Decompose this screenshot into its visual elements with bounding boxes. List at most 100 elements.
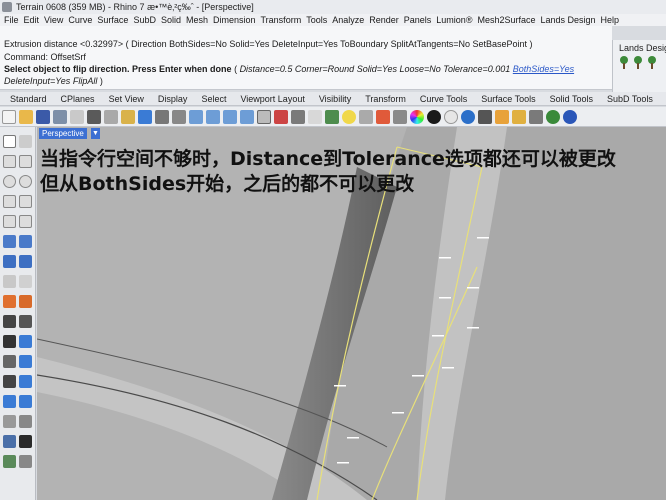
print-icon[interactable] xyxy=(53,109,67,124)
analyze-icon[interactable] xyxy=(3,435,16,448)
globe-icon[interactable] xyxy=(546,109,560,124)
menu-mesh[interactable]: Mesh xyxy=(186,15,208,25)
menu-tools[interactable]: Tools xyxy=(306,15,327,25)
menu-edit[interactable]: Edit xyxy=(24,15,40,25)
menu-help[interactable]: Help xyxy=(601,15,620,25)
copy-icon[interactable] xyxy=(104,109,118,124)
dimension-icon[interactable] xyxy=(19,375,32,388)
paste-icon[interactable] xyxy=(121,109,135,124)
viewport-menu-chevron-icon[interactable]: ▼ xyxy=(91,128,100,139)
curve-icon[interactable] xyxy=(19,155,32,168)
tab-viewport-layout[interactable]: Viewport Layout xyxy=(236,94,314,104)
cylinder-icon[interactable] xyxy=(19,255,32,268)
cut-icon[interactable] xyxy=(87,109,101,124)
fillet-curve-icon[interactable] xyxy=(19,215,32,228)
tab-curve-tools[interactable]: Curve Tools xyxy=(416,94,477,104)
tab-solid-tools[interactable]: Solid Tools xyxy=(546,94,603,104)
box-icon[interactable] xyxy=(3,255,16,268)
move-icon[interactable] xyxy=(291,109,305,124)
option-bothsides[interactable]: BothSides=Yes xyxy=(513,64,574,74)
four-view-icon[interactable] xyxy=(257,109,271,124)
menu-curve[interactable]: Curve xyxy=(68,15,92,25)
rotate-view-icon[interactable] xyxy=(172,109,186,124)
pan-icon[interactable] xyxy=(155,109,169,124)
undo-icon[interactable] xyxy=(138,109,152,124)
check-icon[interactable] xyxy=(19,435,32,448)
polyline-icon[interactable] xyxy=(3,155,16,168)
menu-view[interactable]: View xyxy=(44,15,63,25)
tab-display[interactable]: Display xyxy=(154,94,198,104)
menu-file[interactable]: File xyxy=(4,15,19,25)
menu-transform[interactable]: Transform xyxy=(261,15,302,25)
render-tools-icon[interactable] xyxy=(376,109,390,124)
new-file-icon[interactable] xyxy=(2,109,16,124)
menu-lumion[interactable]: Lumion® xyxy=(436,15,472,25)
zoom-extents-icon[interactable] xyxy=(223,109,237,124)
open-folder-icon[interactable] xyxy=(19,109,33,124)
option-distance[interactable]: Distance=0.5 xyxy=(240,64,293,74)
environment-sphere-icon[interactable] xyxy=(461,109,475,124)
join-icon[interactable] xyxy=(19,295,32,308)
trim-icon[interactable] xyxy=(3,315,16,328)
offset-curve-icon[interactable] xyxy=(3,215,16,228)
menu-lands-design[interactable]: Lands Design xyxy=(540,15,595,25)
tab-subd-tools[interactable]: SubD Tools xyxy=(603,94,663,104)
menu-surface[interactable]: Surface xyxy=(97,15,128,25)
point-icon[interactable] xyxy=(19,135,32,148)
menu-render[interactable]: Render xyxy=(369,15,399,25)
loft-icon[interactable] xyxy=(19,235,32,248)
tab-surface-tools[interactable]: Surface Tools xyxy=(477,94,545,104)
option-tolerance[interactable]: Tolerance=0.001 xyxy=(443,64,510,74)
tab-cplanes[interactable]: CPlanes xyxy=(57,94,105,104)
array-icon[interactable] xyxy=(3,395,16,408)
tree-icon[interactable] xyxy=(647,56,657,70)
perspective-viewport[interactable]: Perspective ▼ 当指令行空间不够时，Distance到Toleran… xyxy=(37,127,666,500)
menu-solid[interactable]: Solid xyxy=(161,15,181,25)
rotate-tool-icon[interactable] xyxy=(19,355,32,368)
select-arrow-icon[interactable] xyxy=(3,135,16,148)
menu-dimension[interactable]: Dimension xyxy=(213,15,256,25)
explode-icon[interactable] xyxy=(3,295,16,308)
text-icon[interactable] xyxy=(3,375,16,388)
split-icon[interactable] xyxy=(19,315,32,328)
clipboard-icon[interactable] xyxy=(70,109,84,124)
tab-select[interactable]: Select xyxy=(197,94,236,104)
car-icon[interactable] xyxy=(274,109,288,124)
option-deleteinput[interactable]: DeleteInput=Yes xyxy=(4,76,70,86)
zoom-selected-icon[interactable] xyxy=(240,109,254,124)
texture-icon[interactable] xyxy=(478,109,492,124)
viewport-title-tab[interactable]: Perspective xyxy=(39,128,87,139)
subd-icon[interactable] xyxy=(19,275,32,288)
zoom-icon[interactable] xyxy=(189,109,203,124)
save-icon[interactable] xyxy=(36,109,50,124)
move-tool-icon[interactable] xyxy=(3,355,16,368)
group-icon[interactable] xyxy=(3,415,16,428)
render-sphere-icon[interactable] xyxy=(427,109,441,124)
tab-standard[interactable]: Standard xyxy=(6,94,57,104)
menu-analyze[interactable]: Analyze xyxy=(332,15,364,25)
gear-icon[interactable] xyxy=(512,109,526,124)
mesh-icon[interactable] xyxy=(3,275,16,288)
layer-icon[interactable] xyxy=(325,109,339,124)
help-icon[interactable] xyxy=(563,109,577,124)
zoom-window-icon[interactable] xyxy=(206,109,220,124)
arc-icon[interactable] xyxy=(19,175,32,188)
color-wheel-icon[interactable] xyxy=(410,109,424,124)
block-icon[interactable] xyxy=(19,415,32,428)
grid-icon[interactable] xyxy=(529,109,543,124)
properties-icon[interactable] xyxy=(359,109,373,124)
select-icon[interactable] xyxy=(308,109,322,124)
filter-icon[interactable] xyxy=(495,109,509,124)
surface-icon[interactable] xyxy=(3,235,16,248)
option-loose[interactable]: Loose=No xyxy=(399,64,440,74)
camera-icon[interactable] xyxy=(393,109,407,124)
circle-icon[interactable] xyxy=(3,175,16,188)
option-flipall[interactable]: FlipAll xyxy=(73,76,98,86)
light-bulb-icon[interactable] xyxy=(342,109,356,124)
render-tool-icon[interactable] xyxy=(3,455,16,468)
tab-transform[interactable]: Transform xyxy=(361,94,416,104)
menu-subd[interactable]: SubD xyxy=(133,15,156,25)
menu-panels[interactable]: Panels xyxy=(404,15,432,25)
option-corner[interactable]: Corner=Round xyxy=(295,64,354,74)
mirror-icon[interactable] xyxy=(19,395,32,408)
